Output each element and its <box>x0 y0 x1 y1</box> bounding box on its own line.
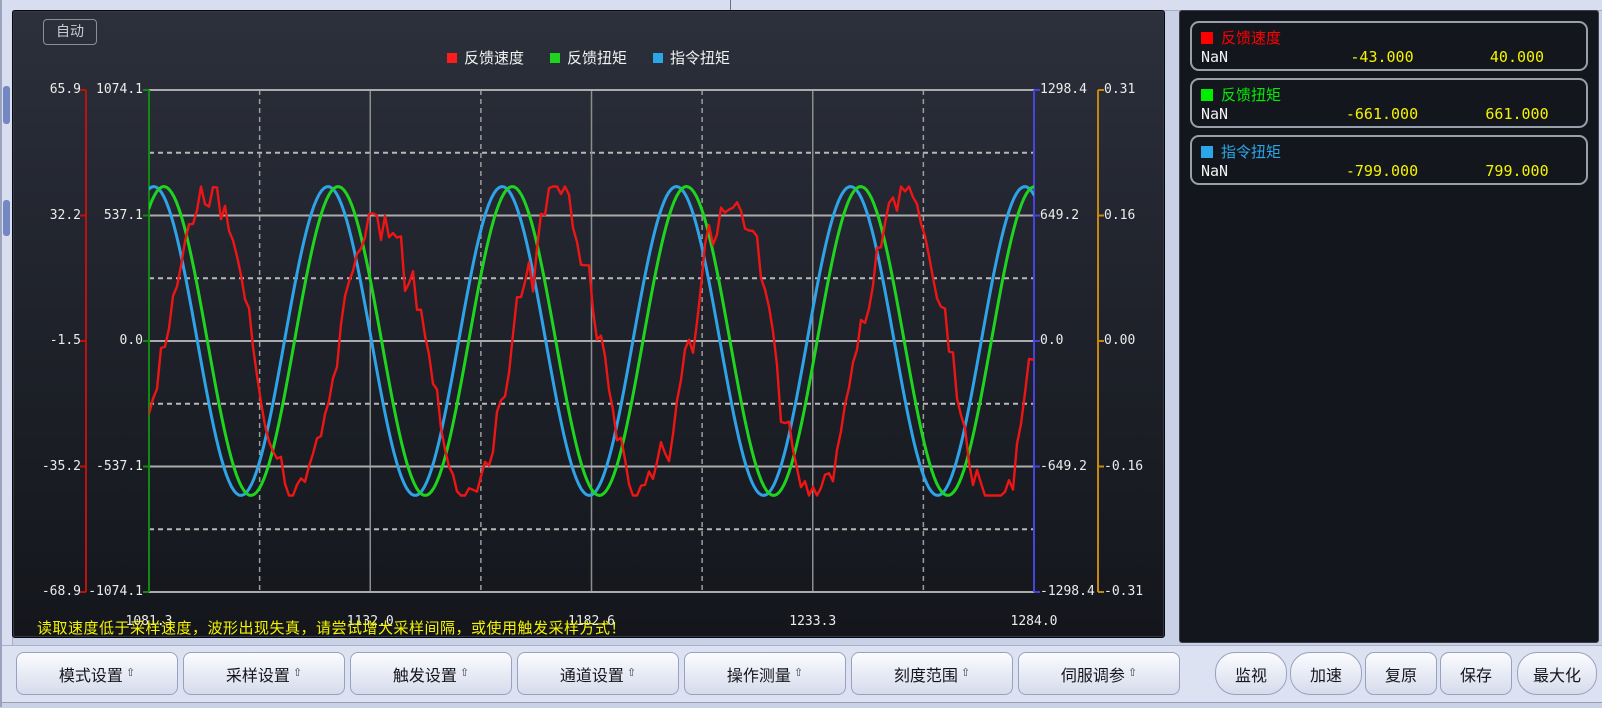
splitter-handle[interactable] <box>3 200 10 236</box>
axis-tick-label: 1298.4 <box>1040 82 1087 97</box>
axis-tick-label: -0.16 <box>1104 459 1143 474</box>
channel-current-value: NaN <box>1201 105 1228 123</box>
splitter-handle[interactable] <box>3 86 10 124</box>
top-strip-divider <box>730 0 731 10</box>
axis-tick-label: 0.31 <box>1104 82 1135 97</box>
channel-current-value: NaN <box>1201 162 1228 180</box>
operation-measure-button[interactable]: 操作测量⇧ <box>684 652 846 695</box>
sampling-settings-button[interactable]: 采样设置⇧ <box>183 652 345 695</box>
axis-tick-label: -537.1 <box>96 459 143 474</box>
trigger-settings-button[interactable]: 触发设置⇧ <box>350 652 512 695</box>
channel-readout-panel: 反馈速度 NaN -43.000 40.000 反馈扭矩 NaN -661.00… <box>1179 10 1599 643</box>
scope-chart-panel: 自动 反馈速度 反馈扭矩 指令扭矩 65.932.2-1.5-35.2-68.9… <box>12 10 1165 638</box>
channel-settings-button[interactable]: 通道设置⇧ <box>517 652 679 695</box>
axis-tick-label: -649.2 <box>1040 459 1087 474</box>
axis-tick-label: -68.9 <box>42 584 81 599</box>
axis-tick-label: 649.2 <box>1040 208 1079 223</box>
axis-tick-label: -1298.4 <box>1040 584 1095 599</box>
axis-tick-label: 0.00 <box>1104 333 1135 348</box>
axis-tick-label: -0.31 <box>1104 584 1143 599</box>
axis-tick-label: 1074.1 <box>96 82 143 97</box>
up-arrow-icon: ⇧ <box>1128 666 1137 679</box>
channel-title: 指令扭矩 <box>1221 141 1281 162</box>
axis-tick-label: 0.16 <box>1104 208 1135 223</box>
save-button[interactable]: 保存 <box>1440 652 1512 695</box>
mode-settings-button[interactable]: 模式设置⇧ <box>16 652 178 695</box>
channel-min-value: -661.000 <box>1307 105 1457 123</box>
up-arrow-icon: ⇧ <box>293 666 302 679</box>
axis-tick-label: 32.2 <box>50 208 81 223</box>
axis-tick-label: 1233.3 <box>789 614 836 629</box>
channel-color-swatch <box>1201 146 1213 158</box>
up-arrow-icon: ⇧ <box>627 666 636 679</box>
channel-max-value: 661.000 <box>1457 105 1577 123</box>
axis-tick-label: -1074.1 <box>88 584 143 599</box>
channel-title: 反馈扭矩 <box>1221 84 1281 105</box>
up-arrow-icon: ⇧ <box>794 666 803 679</box>
up-arrow-icon: ⇧ <box>961 666 970 679</box>
up-arrow-icon: ⇧ <box>126 666 135 679</box>
monitor-button[interactable]: 监视 <box>1215 652 1287 695</box>
axis-tick-label: 0.0 <box>1040 333 1063 348</box>
maximize-button[interactable]: 最大化 <box>1517 652 1597 695</box>
channel-min-value: -43.000 <box>1307 48 1457 66</box>
axis-tick-label: 537.1 <box>104 208 143 223</box>
accelerate-button[interactable]: 加速 <box>1290 652 1362 695</box>
channel-card-command-torque: 指令扭矩 NaN -799.000 799.000 <box>1190 135 1588 185</box>
channel-card-feedback-torque: 反馈扭矩 NaN -661.000 661.000 <box>1190 78 1588 128</box>
channel-max-value: 799.000 <box>1457 162 1577 180</box>
up-arrow-icon: ⇧ <box>460 666 469 679</box>
channel-color-swatch <box>1201 32 1213 44</box>
axis-tick-label: 65.9 <box>50 82 81 97</box>
channel-card-feedback-speed: 反馈速度 NaN -43.000 40.000 <box>1190 21 1588 71</box>
channel-title: 反馈速度 <box>1221 27 1281 48</box>
channel-color-swatch <box>1201 89 1213 101</box>
axis-tick-label: 1284.0 <box>1011 614 1058 629</box>
channel-max-value: 40.000 <box>1457 48 1577 66</box>
servo-tuning-button[interactable]: 伺服调参⇧ <box>1018 652 1180 695</box>
restore-button[interactable]: 复原 <box>1365 652 1437 695</box>
channel-min-value: -799.000 <box>1307 162 1457 180</box>
scale-range-button[interactable]: 刻度范围⇧ <box>851 652 1013 695</box>
axis-tick-label: 0.0 <box>120 333 143 348</box>
bottom-toolbar: 模式设置⇧ 采样设置⇧ 触发设置⇧ 通道设置⇧ 操作测量⇧ 刻度范围⇧ 伺服调参… <box>2 645 1602 703</box>
app-window: { "window": { "auto_button": "自动", "warn… <box>0 0 1602 707</box>
axis-tick-label: -1.5 <box>50 333 81 348</box>
axis-tick-label: -35.2 <box>42 459 81 474</box>
channel-current-value: NaN <box>1201 48 1228 66</box>
waveform-plot-area[interactable] <box>13 11 1164 637</box>
window-bottom-strip <box>2 702 1602 708</box>
sampling-warning-text: 读取速度低于采样速度，波形出现失真，请尝试增大采样间隔，或使用触发采样方式！ <box>37 617 626 638</box>
